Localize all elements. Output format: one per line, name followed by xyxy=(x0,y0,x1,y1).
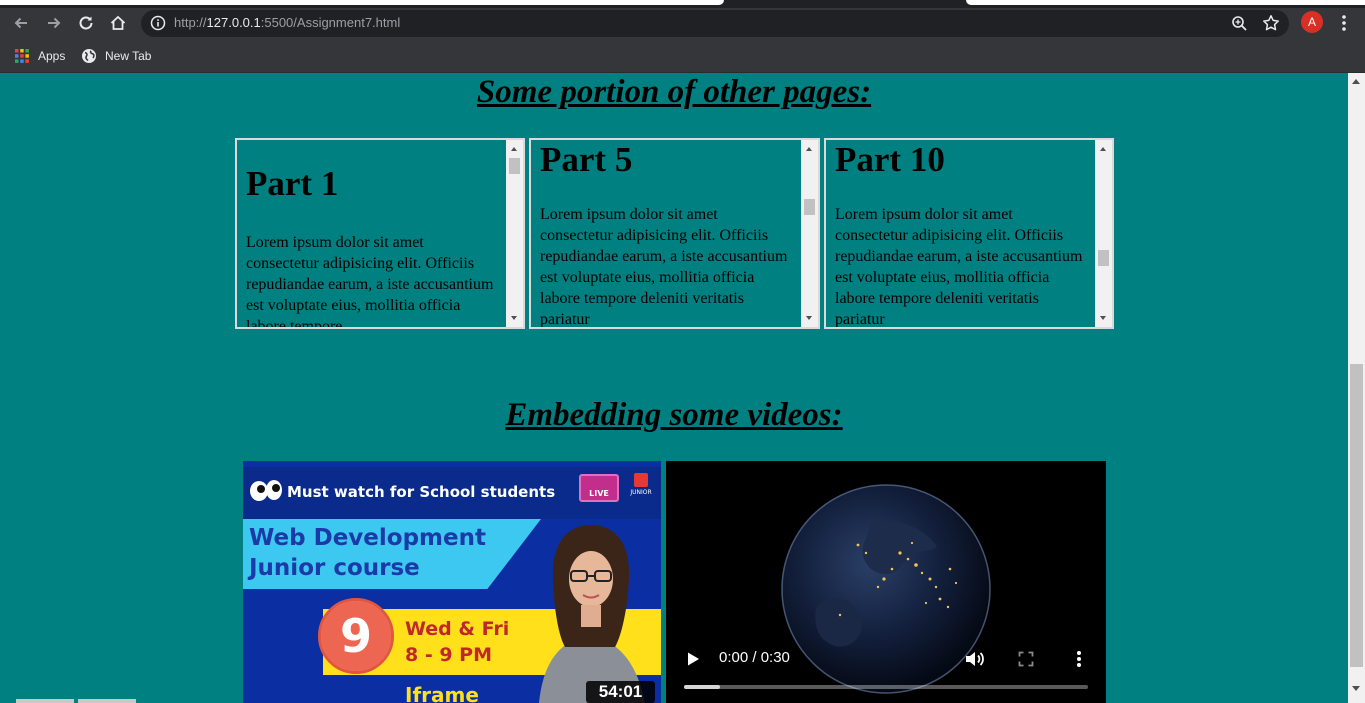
apps-grid-icon xyxy=(15,49,29,63)
bookmark-new-tab[interactable]: New Tab xyxy=(81,47,151,65)
arrow-right-icon xyxy=(48,17,61,29)
tab-edge-right[interactable] xyxy=(966,0,1365,5)
globe-icon xyxy=(82,49,96,63)
video-progress-track[interactable] xyxy=(684,685,1088,689)
iframe-scrollbar-thumb[interactable] xyxy=(1098,250,1109,266)
play-icon[interactable] xyxy=(685,651,701,667)
video-player[interactable]: 0:00 / 0:30 xyxy=(666,461,1106,703)
scroll-up-arrow-icon[interactable] xyxy=(511,147,517,151)
iframe-part-1[interactable]: Part 1 Lorem ipsum dolor sit amet consec… xyxy=(235,138,525,329)
course-title-line-2: Junior course xyxy=(249,555,420,581)
schedule-time: 8 - 9 PM xyxy=(405,644,493,666)
video-duration-badge: 54:01 xyxy=(586,681,655,703)
home-icon xyxy=(110,15,126,30)
video-time: 0:00 / 0:30 xyxy=(719,649,790,666)
url-path: :5500/Assignment7.html xyxy=(260,15,401,30)
youtube-embed[interactable]: Must watch for School students LIVE JUNI… xyxy=(243,461,661,703)
iframe-content: Part 10 Lorem ipsum dolor sit amet conse… xyxy=(835,140,1087,328)
schedule-text: Wed & Fri 8 - 9 PM xyxy=(405,616,509,668)
fullscreen-icon[interactable] xyxy=(1018,651,1034,667)
scroll-down-arrow-icon[interactable] xyxy=(1352,686,1360,691)
scroll-down-arrow-icon[interactable] xyxy=(806,316,812,320)
taskbar-item[interactable] xyxy=(78,699,136,703)
arrow-left-icon xyxy=(14,17,27,29)
scroll-down-arrow-icon[interactable] xyxy=(511,316,517,320)
page-scrollbar[interactable] xyxy=(1348,73,1365,703)
bookmark-label: New Tab xyxy=(105,49,152,63)
brand-label: JUNIOR xyxy=(630,489,652,496)
iframe-part-5[interactable]: Part 5 Lorem ipsum dolor sit amet consec… xyxy=(529,138,820,329)
reload-icon xyxy=(79,16,93,30)
iframe-text: Lorem ipsum dolor sit amet consectetur a… xyxy=(246,234,494,329)
lesson-number-badge: 9 xyxy=(318,598,394,674)
taskbar-item[interactable] xyxy=(16,699,74,703)
course-title: Web Development Junior course xyxy=(249,523,486,583)
brand-logo: JUNIOR xyxy=(626,473,656,503)
pages-heading: Some portion of other pages: xyxy=(476,74,872,110)
url-host: 127.0.0.1 xyxy=(206,15,261,30)
iframe-scrollbar-thumb[interactable] xyxy=(804,199,815,215)
scroll-up-arrow-icon[interactable] xyxy=(1352,79,1360,84)
schedule-days: Wed & Fri xyxy=(405,618,510,640)
lesson-number: 9 xyxy=(321,601,391,671)
bookmark-apps[interactable]: Apps xyxy=(14,47,65,65)
more-vertical-icon[interactable] xyxy=(1335,13,1353,33)
iframe-text: Lorem ipsum dolor sit amet consectetur a… xyxy=(835,206,1083,328)
bookmark-star-icon[interactable] xyxy=(1262,14,1280,32)
bookmark-label: Apps xyxy=(38,49,66,63)
more-vertical-icon[interactable] xyxy=(1071,649,1087,669)
home-button[interactable] xyxy=(105,10,131,36)
tab-strip xyxy=(0,0,1365,8)
thumbnail-topic: Iframe xyxy=(405,683,479,703)
videos-heading: Embedding some videos: xyxy=(505,397,843,433)
iframe-scrollbar-thumb[interactable] xyxy=(509,158,520,174)
iframe-part-10[interactable]: Part 10 Lorem ipsum dolor sit amet conse… xyxy=(824,138,1114,329)
presenter-image xyxy=(539,525,645,703)
iframe-scrollbar[interactable] xyxy=(1095,140,1112,327)
url-text[interactable]: http://127.0.0.1:5500/Assignment7.html xyxy=(174,15,400,30)
browser-toolbar: http://127.0.0.1:5500/Assignment7.html A xyxy=(0,8,1365,39)
iframe-scrollbar[interactable] xyxy=(506,140,523,327)
back-button[interactable] xyxy=(8,10,34,36)
volume-icon[interactable] xyxy=(963,648,985,670)
page-scrollbar-thumb[interactable] xyxy=(1350,364,1363,667)
thumbnail-tagline: Must watch for School students xyxy=(287,483,556,501)
profile-avatar[interactable]: A xyxy=(1301,11,1323,33)
taskbar-edge xyxy=(16,699,136,703)
live-badge: LIVE xyxy=(579,474,619,502)
iframe-title: Part 10 xyxy=(835,140,945,179)
info-icon[interactable] xyxy=(150,15,166,31)
reload-button[interactable] xyxy=(73,10,99,36)
course-title-line-1: Web Development xyxy=(249,525,486,551)
iframe-title: Part 5 xyxy=(540,140,633,179)
video-buffered-bar xyxy=(684,685,721,689)
scroll-down-arrow-icon[interactable] xyxy=(1100,316,1106,320)
iframe-scrollbar[interactable] xyxy=(801,140,818,327)
video-controls: 0:00 / 0:30 xyxy=(666,643,1106,703)
scroll-up-arrow-icon[interactable] xyxy=(806,147,812,151)
eyes-logo-icon xyxy=(250,480,282,501)
iframe-title: Part 1 xyxy=(246,164,339,203)
brand-cube-icon xyxy=(634,473,648,487)
scroll-up-arrow-icon[interactable] xyxy=(1100,147,1106,151)
iframe-content: Part 1 Lorem ipsum dolor sit amet consec… xyxy=(246,164,498,329)
url-scheme: http:// xyxy=(174,15,207,30)
tab-edge-left[interactable] xyxy=(0,0,724,5)
zoom-icon[interactable] xyxy=(1231,15,1248,32)
address-bar[interactable]: http://127.0.0.1:5500/Assignment7.html xyxy=(141,10,1289,37)
bookmarks-bar: Apps New Tab xyxy=(0,39,1365,73)
iframe-text: Lorem ipsum dolor sit amet consectetur a… xyxy=(540,206,788,328)
forward-button[interactable] xyxy=(41,10,67,36)
iframe-content: Part 5 Lorem ipsum dolor sit amet consec… xyxy=(540,140,793,328)
